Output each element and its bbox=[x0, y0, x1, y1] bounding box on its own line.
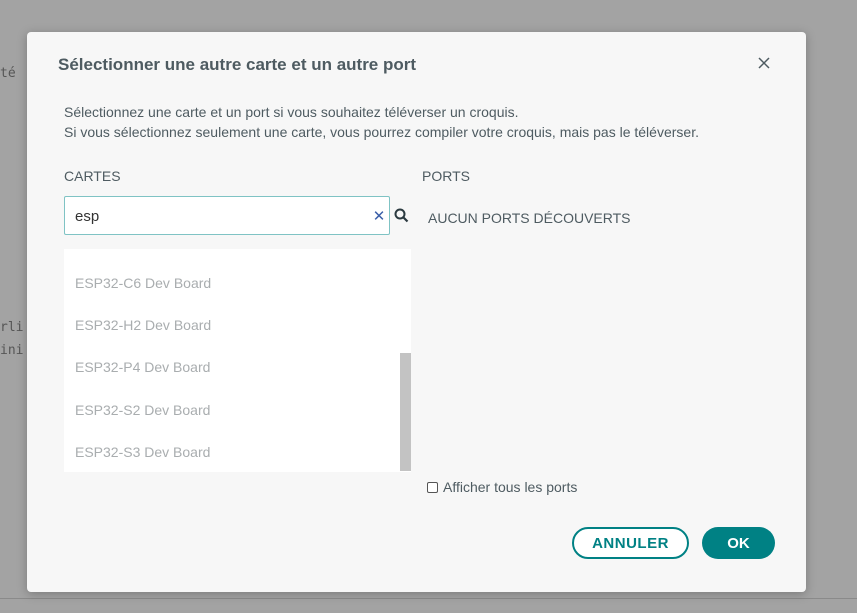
list-item[interactable]: ESP32-P4 Dev Board bbox=[75, 359, 210, 375]
boards-scrollbar[interactable] bbox=[400, 353, 411, 471]
ports-empty-message: AUCUN PORTS DÉCOUVERTS bbox=[428, 210, 631, 226]
dialog-title: Sélectionner une autre carte et un autre… bbox=[58, 55, 417, 74]
clear-search-button[interactable]: ✕ bbox=[371, 207, 387, 225]
background-code-fragment: rli bbox=[0, 320, 24, 335]
list-item[interactable]: ESP32-H2 Dev Board bbox=[75, 317, 211, 333]
background-code-fragment: té bbox=[0, 66, 16, 81]
boards-label: CARTES bbox=[64, 168, 121, 184]
close-icon: ✕ bbox=[372, 208, 386, 225]
description-line: Sélectionnez une carte et un port si vou… bbox=[64, 104, 519, 120]
dialog-description: Sélectionnez une carte et un port si vou… bbox=[64, 102, 764, 142]
show-all-ports-option: Afficher tous les ports bbox=[427, 479, 577, 495]
close-icon bbox=[758, 57, 770, 69]
background-code-fragment: ini bbox=[0, 343, 24, 358]
list-item[interactable]: ESP32-S2 Dev Board bbox=[75, 402, 210, 418]
list-item[interactable]: ESP32-S3 Dev Board bbox=[75, 444, 210, 460]
close-button[interactable] bbox=[753, 52, 775, 74]
select-board-port-dialog: Sélectionner une autre carte et un autre… bbox=[27, 32, 806, 592]
ports-label: PORTS bbox=[422, 168, 470, 184]
ok-button[interactable]: OK bbox=[702, 527, 775, 559]
search-button[interactable] bbox=[391, 204, 411, 226]
boards-list: ESP32-C6 Dev Board ESP32-H2 Dev Board ES… bbox=[64, 249, 411, 472]
show-all-ports-checkbox[interactable] bbox=[427, 481, 438, 493]
search-icon bbox=[394, 208, 408, 222]
status-divider bbox=[0, 598, 857, 599]
show-all-ports-label[interactable]: Afficher tous les ports bbox=[443, 479, 577, 495]
board-search-input[interactable] bbox=[75, 206, 355, 226]
cancel-button[interactable]: ANNULER bbox=[572, 527, 689, 559]
list-item[interactable]: ESP32-C6 Dev Board bbox=[75, 275, 211, 291]
description-line: Si vous sélectionnez seulement une carte… bbox=[64, 124, 699, 140]
board-search-box: ✕ bbox=[64, 196, 390, 235]
